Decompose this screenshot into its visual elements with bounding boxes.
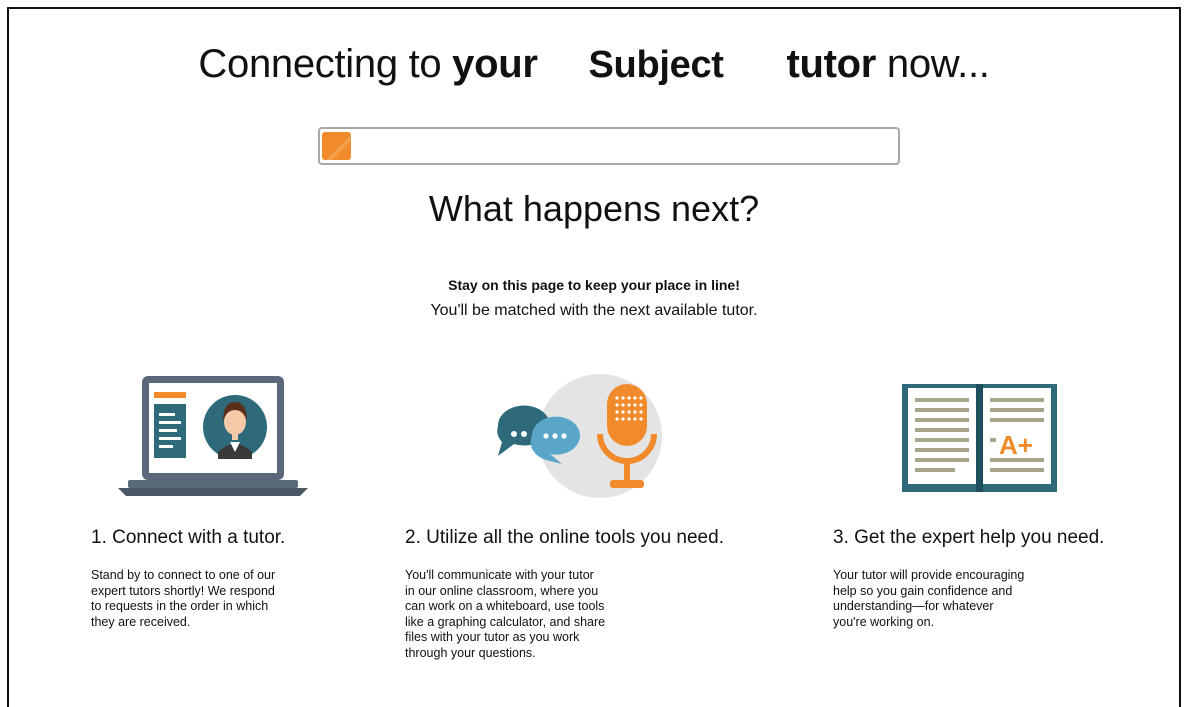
step-1-line: they are received. [91, 614, 191, 629]
stay-message: Stay on this page to keep your place in … [448, 277, 740, 293]
title-prefix: Connecting to [198, 42, 442, 86]
step-1-line: to requests in the order in which [91, 599, 269, 613]
progress-fill [322, 132, 351, 160]
step-1-description: Stand by to connect to one of our expert… [91, 568, 275, 630]
step-2-line: through your questions. [405, 645, 536, 660]
step-2-line: can work on a whiteboard, use tools [405, 599, 605, 613]
laptop-tutor-icon [118, 376, 308, 496]
step-2-title: 2. Utilize all the online tools you need… [405, 527, 724, 548]
connection-progress-bar [318, 127, 900, 165]
step-3-title: 3. Get the expert help you need. [833, 527, 1105, 548]
step-3-line: help so you gain confidence and [833, 583, 1013, 598]
step-2-line: in our online classroom, where you [405, 583, 599, 598]
step-3-description: Your tutor will provide encouraging help… [833, 568, 1024, 630]
step-1-title: 1. Connect with a tutor. [91, 527, 286, 548]
matched-message: You'll be matched with the next availabl… [430, 302, 758, 319]
page-title: Connecting to your Subject tutor now... [0, 42, 1188, 87]
title-suffix: now... [886, 42, 990, 86]
step-2-line: You'll communicate with your tutor [405, 568, 594, 582]
step-1-line: expert tutors shortly! We respond [91, 583, 275, 598]
grade-text: A+ [999, 430, 1033, 460]
next-heading: What happens next? [428, 188, 760, 229]
chat-microphone-icon [497, 374, 662, 498]
title-tutor: tutor [786, 42, 877, 86]
book-a-plus-icon: A+ [902, 384, 1057, 492]
step-2-line: files with your tutor as you work [405, 630, 580, 644]
step-3-line: Your tutor will provide encouraging [833, 568, 1025, 582]
title-subject: Subject [588, 44, 724, 86]
step-2-description: You'll communicate with your tutor in ou… [405, 568, 605, 661]
step-3-line: understanding—for whatever [833, 599, 994, 613]
step-1-line: Stand by to connect to one of our [91, 568, 276, 582]
step-3-line: you're working on. [833, 614, 935, 629]
step-2-line: like a graphing calculator, and share [405, 614, 606, 629]
title-your: your [452, 42, 538, 86]
